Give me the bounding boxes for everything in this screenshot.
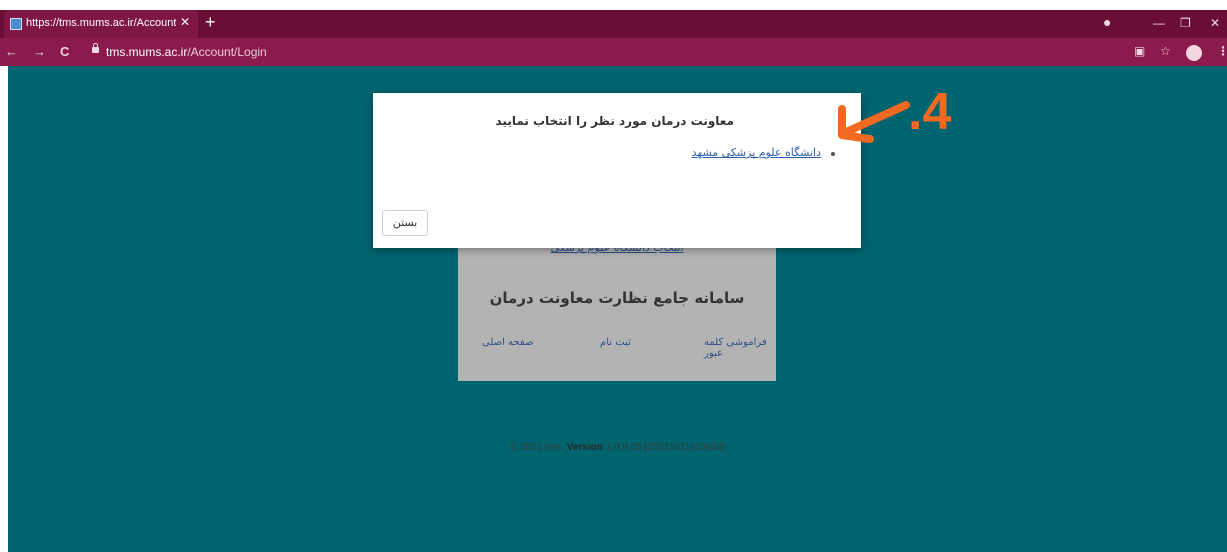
profile-dropdown-icon[interactable]: ●	[1103, 14, 1111, 30]
annotation-step-label: .4	[908, 83, 952, 141]
tab-close-icon[interactable]: ✕	[180, 15, 190, 29]
copyright-text: © 2021 tms.	[509, 442, 564, 453]
favicon-icon	[10, 18, 22, 30]
modal-close-button[interactable]: بستن	[382, 210, 428, 236]
minimize-button[interactable]: —	[1153, 16, 1165, 30]
version-label: Version	[566, 442, 603, 453]
browser-tab-bar: https://tms.mums.ac.ir/Account/ ✕ + ● — …	[0, 10, 1227, 38]
register-link[interactable]: ثبت نام	[600, 337, 631, 348]
url-text: tms.mums.ac.ir/Account/Login	[106, 45, 267, 59]
tab-title: https://tms.mums.ac.ir/Account/	[26, 17, 176, 29]
url-path: /Account/Login	[187, 45, 267, 59]
list-bullet	[831, 152, 835, 156]
lock-icon	[92, 43, 99, 53]
select-deputy-modal: معاونت درمان مورد نظر را انتخاب نمایید د…	[373, 93, 861, 248]
url-host: tms.mums.ac.ir	[106, 45, 188, 59]
reload-button[interactable]: C	[60, 44, 69, 59]
back-button[interactable]: ←	[5, 44, 18, 59]
login-card: انتخاب دانشگاه علوم پزشکی سامانه جامع نظ…	[458, 229, 776, 381]
browser-toolbar: ← → C tms.mums.ac.ir/Account/Login ▣ ☆ ⋮	[0, 38, 1227, 66]
mashhad-university-link[interactable]: دانشگاه علوم پزشکی مشهد	[692, 146, 821, 159]
system-title: سامانه جامع نظارت معاونت درمان	[489, 289, 745, 307]
forward-button[interactable]: →	[33, 44, 46, 59]
modal-title: معاونت درمان مورد نظر را انتخاب نمایید	[495, 114, 734, 128]
new-tab-button[interactable]: +	[205, 12, 216, 33]
browser-menu-icon[interactable]: ⋮	[1217, 44, 1227, 58]
maximize-button[interactable]: ❐	[1180, 16, 1191, 30]
forgot-password-link[interactable]: فراموشی کلمه عبور	[704, 337, 776, 359]
profile-avatar[interactable]	[1186, 45, 1202, 61]
window-close-button[interactable]: ✕	[1210, 16, 1220, 30]
browser-tab[interactable]: https://tms.mums.ac.ir/Account/ ✕	[4, 10, 198, 38]
version-value: 1.0.8.55 [20211011110934]	[605, 442, 726, 453]
home-link[interactable]: صفحه اصلی	[482, 337, 533, 348]
bookmark-star-icon[interactable]: ☆	[1160, 44, 1171, 58]
translate-icon[interactable]: ▣	[1134, 44, 1145, 58]
footer: © 2021 tms. Version 1.0.8.55 [2021101111…	[8, 442, 1227, 453]
address-bar[interactable]: tms.mums.ac.ir/Account/Login	[86, 43, 1086, 61]
